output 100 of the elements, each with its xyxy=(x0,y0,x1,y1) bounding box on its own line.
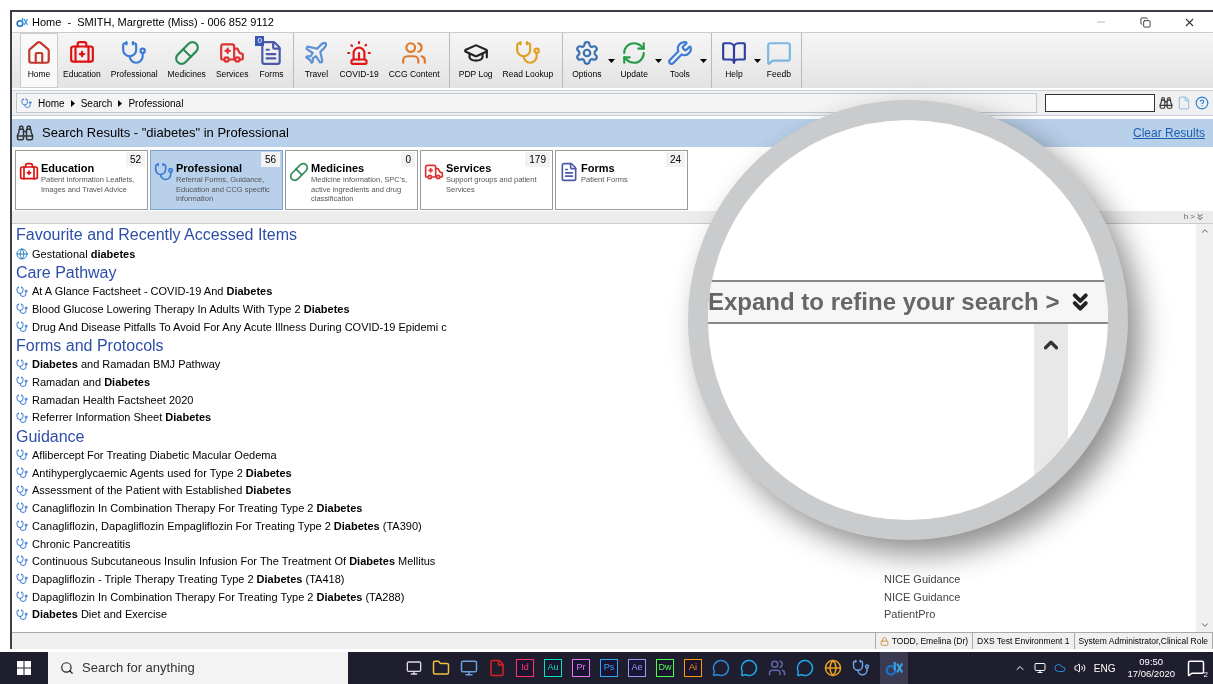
scroll-down-icon[interactable] xyxy=(1199,620,1210,630)
count-badge: 0 xyxy=(255,36,264,46)
result-link[interactable]: Blood Glucose Lowering Therapy In Adults With Type 2 Diabetes xyxy=(32,300,350,318)
taskbar-search-field[interactable]: Search for anything xyxy=(48,652,348,684)
source-label: NICE Guidance xyxy=(884,589,961,605)
stethoscope-icon xyxy=(514,40,541,67)
app-icon[interactable]: Id xyxy=(516,659,534,677)
pill-icon xyxy=(173,40,200,67)
result-link[interactable]: Antihyperglycaemic Agents used for Type 2 Diabetes xyxy=(32,464,292,482)
cloud-icon[interactable] xyxy=(1053,662,1066,674)
status-text: System Administrator,Clinical Role xyxy=(1078,634,1208,648)
toolbar-button[interactable]: Read Lookup xyxy=(497,33,559,88)
toolbar-button[interactable]: PDP Log xyxy=(453,33,498,88)
toolbar-button[interactable]: CCG Content xyxy=(383,33,445,88)
toolbar-button[interactable]: COVID-19 xyxy=(334,33,384,88)
result-link[interactable]: Assessment of the Patient with Established Diabetes xyxy=(32,482,292,499)
search-icon xyxy=(60,661,74,675)
section-heading: Care Pathway xyxy=(16,262,117,283)
status-text: TODD, Emelina (Dr) xyxy=(891,634,969,648)
caret-icon[interactable] xyxy=(753,58,761,63)
toolbar-button[interactable]: Services xyxy=(210,33,254,88)
result-link[interactable]: Gestational diabetes xyxy=(32,245,136,263)
caret-icon[interactable] xyxy=(699,58,707,63)
clear-results-link[interactable]: Clear Results xyxy=(1132,124,1205,142)
result-link[interactable]: Canagliflozin In Combination Therapy For Treating Type 2 Diabetes xyxy=(32,500,363,517)
toolbar-button[interactable]: Education xyxy=(58,33,106,88)
section-heading: Favourite and Recently Accessed Items xyxy=(16,225,298,245)
taskbar-app-button[interactable] xyxy=(880,652,908,684)
app-logo-icon xyxy=(16,16,28,28)
toolbar-button[interactable]: Travel xyxy=(298,33,335,88)
result-link[interactable]: Diabetes Diet and Exercise xyxy=(32,606,168,623)
toolbar-button[interactable]: Help xyxy=(715,33,752,88)
window-title: Home - SMITH, Margrette (Miss) - 006 852 9112 xyxy=(32,14,274,30)
help-icon[interactable] xyxy=(1195,96,1209,110)
result-link[interactable]: Referrer Information Sheet Diabetes xyxy=(32,409,212,426)
wrench-icon xyxy=(666,40,693,67)
result-link[interactable]: Ramadan Health Factsheet 2020 xyxy=(32,391,194,409)
app-icon[interactable]: Ae xyxy=(628,659,646,677)
binoculars-icon xyxy=(16,124,34,142)
globe-icon xyxy=(16,247,28,260)
results-title: Search Results - "diabetes" in Professional xyxy=(42,124,289,143)
app-icon[interactable]: Dw xyxy=(656,659,674,677)
result-link[interactable]: Ramadan and Diabetes xyxy=(32,374,151,391)
document-icon xyxy=(559,162,579,182)
scrollbar[interactable] xyxy=(1196,224,1213,632)
refine-search-label[interactable]: h > xyxy=(1183,213,1195,221)
toolbar-button[interactable]: Feedb xyxy=(760,33,797,88)
speaker-icon[interactable] xyxy=(1073,662,1086,674)
result-link[interactable]: Continuous Subcutaneous Insulin Infusion For The Treatment Of Diabetes Mellitus xyxy=(32,553,436,570)
app-logo-icon xyxy=(885,659,903,677)
result-link[interactable]: Dapagliflozin In Combination Therapy For Treating Type 2 Diabetes (TA288) xyxy=(32,588,405,606)
settings-icon xyxy=(573,40,600,67)
section-heading: Guidance xyxy=(16,426,85,447)
toolbar-button[interactable]: Home xyxy=(20,33,58,88)
restore-icon xyxy=(1139,16,1151,28)
language-indicator[interactable]: ENG xyxy=(1093,660,1116,676)
pill-icon xyxy=(289,162,309,182)
source-label: PatientPro xyxy=(884,607,936,623)
caret-icon[interactable] xyxy=(608,58,616,63)
clock[interactable]: 09:50 17/06/2020 xyxy=(1123,656,1179,680)
lock-icon xyxy=(879,636,889,646)
breadcrumb-arrow-icon xyxy=(70,99,75,107)
app-icon[interactable]: Ai xyxy=(684,659,702,677)
computer-icon[interactable] xyxy=(460,659,478,677)
source-label: NICE Guidance xyxy=(884,571,961,587)
result-link[interactable]: Canagliflozin, Dapagliflozin Empagliflozin For Treating Type 2 Diabetes (TA390) xyxy=(32,517,422,535)
result-link[interactable]: Drug And Disease Pitfalls To Avoid For Any Acute Illness During COVID-19 Epidemi c xyxy=(32,318,447,336)
result-link[interactable]: Aflibercept For Treating Diabetic Macular Oedema xyxy=(32,447,277,464)
result-link[interactable]: Diabetes and Ramadan BMJ Pathway xyxy=(32,356,221,373)
refresh-icon xyxy=(621,40,648,67)
people-icon[interactable] xyxy=(768,659,786,677)
app-icon[interactable]: Pr xyxy=(572,659,590,677)
binoculars-icon[interactable] xyxy=(1159,96,1173,110)
app-icon[interactable]: Ps xyxy=(600,659,618,677)
toolbar-button[interactable]: Update xyxy=(615,33,653,88)
chat-icon[interactable] xyxy=(796,659,814,677)
toolbar-button[interactable]: Medicines xyxy=(162,33,211,88)
breadcrumb-arrow-icon xyxy=(118,99,123,107)
toolbar-button[interactable]: Professional xyxy=(105,33,163,88)
breadcrumb-link[interactable]: Professional xyxy=(128,95,184,111)
caret-icon[interactable] xyxy=(654,58,662,63)
speech-bubble-icon xyxy=(765,40,792,67)
app-icon[interactable]: Au xyxy=(544,659,562,677)
toolbar-button[interactable]: Options xyxy=(567,33,607,88)
result-link[interactable]: Dapagliflozin - Triple Therapy Treating Type 2 Diabetes (TA418) xyxy=(32,570,345,588)
search-field[interactable] xyxy=(1045,94,1155,112)
house-icon xyxy=(26,40,52,67)
toolbar-button[interactable]: Tools xyxy=(661,33,698,88)
toolbar-button[interactable]: 0 Forms xyxy=(253,33,290,88)
people-icon xyxy=(401,40,428,67)
chat-icon[interactable] xyxy=(740,659,758,677)
result-link[interactable]: Chronic Pancreatitis xyxy=(32,535,131,553)
plane-icon xyxy=(303,40,330,67)
siren-icon xyxy=(346,40,373,67)
folder-icon[interactable] xyxy=(432,659,450,677)
notification-icon[interactable] xyxy=(1187,659,1205,677)
breadcrumb-link[interactable]: Home xyxy=(38,95,65,111)
breadcrumb-link[interactable]: Search xyxy=(80,95,113,111)
medical-case-icon xyxy=(19,162,39,182)
result-link[interactable]: At A Glance Factsheet - COVID-19 And Diabetes xyxy=(32,283,273,300)
